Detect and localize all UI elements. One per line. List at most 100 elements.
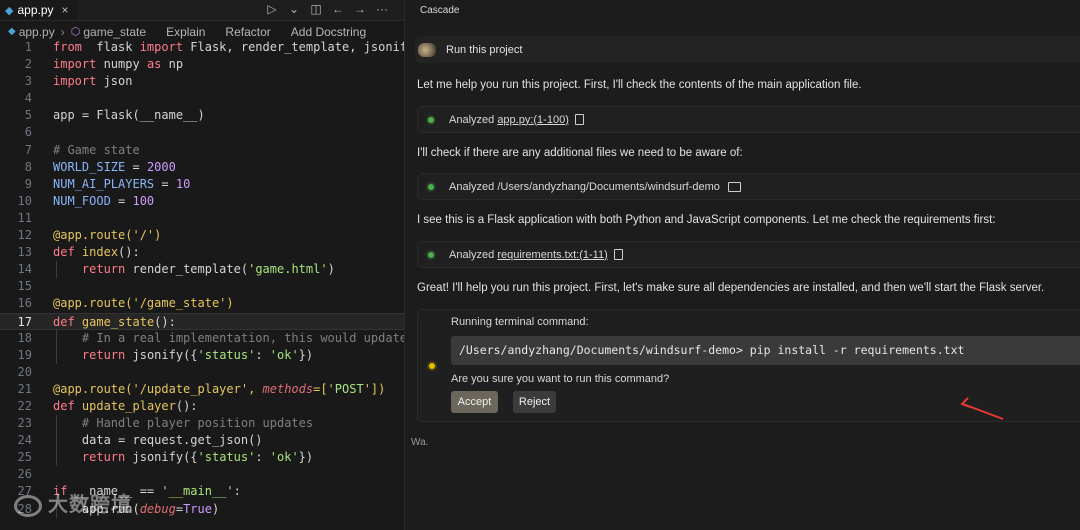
pending-dot-icon [429, 363, 435, 369]
panel-title: Cascade [420, 5, 460, 16]
assistant-message: I see this is a Flask application with b… [417, 214, 996, 226]
explain-lens[interactable]: Explain [166, 25, 205, 39]
code-line[interactable]: 2 import numpy as np [0, 56, 404, 73]
code-line[interactable]: 5 app = Flask(__name__) [0, 107, 404, 124]
code-line[interactable]: 8 WORLD_SIZE = 2000 [0, 159, 404, 176]
code-line[interactable]: 17 def game_state(): [0, 312, 404, 330]
breadcrumb-file[interactable]: app.py [19, 25, 55, 39]
user-message-text: Run this project [446, 43, 523, 56]
code-line[interactable]: 9 NUM_AI_PLAYERS = 10 [0, 176, 404, 193]
run-menu-chevron-icon[interactable]: ⌄ [288, 2, 300, 16]
code-area[interactable]: 1 from flask import Flask, render_templat… [0, 39, 404, 518]
indent-guide [56, 329, 57, 364]
line-number: 12 [17, 228, 32, 243]
file-icon[interactable] [613, 249, 623, 260]
line-number: 25 [17, 450, 32, 465]
code-text: # Handle player position updates [81, 416, 314, 431]
code-text: from flask import Flask, render_template… [53, 40, 404, 54]
close-tab-icon[interactable]: × [62, 3, 69, 17]
code-editor: ◆ app.py × ▷ ⌄ ◫ ← → ··· ◆ app.py › ⬡ ga… [0, 0, 404, 530]
code-text: def game_state(): [53, 314, 176, 329]
step-text: Analyzed requirements.txt:(1-11) [449, 248, 608, 261]
python-file-icon: ◆ [5, 4, 14, 17]
reject-button[interactable]: Reject [513, 391, 556, 413]
folder-icon[interactable] [727, 181, 741, 192]
more-actions-icon[interactable]: ··· [376, 2, 388, 16]
run-icon[interactable]: ▷ [266, 2, 278, 16]
code-line[interactable]: 25 return jsonify({'status': 'ok'}) [0, 449, 404, 466]
code-text: import numpy as np [53, 57, 184, 72]
line-number: 2 [24, 57, 32, 72]
code-line[interactable]: 24 data = request.get_json() [0, 432, 404, 449]
code-text: return jsonify({'status': 'ok'}) [81, 450, 314, 465]
step-text: Analyzed app.py:(1-100) [449, 113, 569, 126]
watermark-logo-icon [14, 494, 42, 517]
file-link[interactable]: requirements.txt:(1-11) [497, 249, 607, 261]
refactor-lens[interactable]: Refactor [225, 25, 270, 39]
status-dot-icon [428, 183, 434, 190]
code-line[interactable]: 20 [0, 364, 404, 381]
watermark: 大数跨境 [14, 488, 132, 517]
code-line[interactable]: 22 def update_player(): [0, 398, 404, 415]
code-line[interactable]: 12 @app.route('/') [0, 227, 404, 244]
step-text: Analyzed /Users/andyzhang/Documents/wind… [449, 180, 720, 193]
code-line[interactable]: 3 import json [0, 73, 404, 90]
code-line[interactable]: 26 [0, 466, 404, 483]
line-number: 19 [17, 347, 32, 362]
code-line[interactable]: 15 [0, 278, 404, 295]
annotation-arrow-icon [960, 397, 1004, 420]
line-number: 14 [17, 262, 32, 277]
line-number: 13 [17, 245, 32, 260]
line-number: 3 [24, 74, 32, 89]
chevron-right-icon: › [60, 24, 65, 39]
file-icon[interactable] [574, 114, 584, 125]
code-line[interactable]: 21 @app.route('/update_player', methods=[… [0, 381, 404, 398]
code-line[interactable]: 18 # In a real implementation, this woul… [0, 330, 404, 347]
code-line[interactable]: 10 NUM_FOOD = 100 [0, 193, 404, 210]
code-line[interactable]: 16 @app.route('/game_state') [0, 295, 404, 312]
line-number: 1 [24, 40, 32, 54]
add-docstring-lens[interactable]: Add Docstring [291, 25, 366, 39]
split-editor-icon[interactable]: ◫ [310, 2, 322, 16]
code-line[interactable]: 14 return render_template('game.html') [0, 261, 404, 278]
code-text: def index(): [53, 245, 140, 260]
accept-button[interactable]: Accept [451, 391, 498, 413]
analysis-step[interactable]: Analyzed requirements.txt:(1-11) [417, 241, 1080, 268]
code-text: data = request.get_json() [53, 433, 263, 448]
avatar [418, 42, 436, 57]
code-text: WORLD_SIZE = 2000 [53, 159, 176, 174]
code-text: @app.route('/update_player', methods=['P… [53, 381, 386, 396]
folder-path: /Users/andyzhang/Documents/windsurf-demo [497, 180, 720, 193]
code-text: import json [53, 74, 133, 89]
tab-app-py[interactable]: ◆ app.py × [0, 0, 78, 20]
editor-actions: ▷ ⌄ ◫ ← → ··· [266, 2, 388, 16]
code-line[interactable]: 23 # Handle player position updates [0, 415, 404, 432]
line-number: 22 [17, 398, 32, 413]
code-line[interactable]: 19 return jsonify({'status': 'ok'}) [0, 347, 404, 364]
terminal-command: /Users/andyzhang/Documents/windsurf-demo… [451, 336, 1080, 365]
line-number: 23 [17, 416, 32, 431]
assistant-message: I'll check if there are any additional f… [417, 147, 743, 159]
breadcrumb-symbol[interactable]: game_state [83, 25, 146, 39]
code-line[interactable]: 1 from flask import Flask, render_templat… [0, 39, 404, 56]
code-line[interactable]: 7 # Game state [0, 142, 404, 159]
code-text: return jsonify({'status': 'ok'}) [81, 347, 314, 362]
line-number: 26 [17, 467, 32, 482]
confirm-question: Are you sure you want to run this comman… [451, 373, 670, 385]
code-text: NUM_AI_PLAYERS = 10 [53, 176, 191, 191]
code-line[interactable]: 11 [0, 210, 404, 227]
code-text: @app.route('/game_state') [53, 296, 234, 311]
code-line[interactable]: 6 [0, 124, 404, 141]
forward-arrow-icon[interactable]: → [354, 2, 366, 16]
tab-label: app.py [17, 3, 54, 17]
assistant-message: Let me help you run this project. First,… [417, 79, 862, 91]
analysis-step[interactable]: Analyzed app.py:(1-100) [417, 106, 1080, 133]
file-link[interactable]: app.py:(1-100) [497, 114, 569, 126]
code-line[interactable]: 4 [0, 90, 404, 107]
analysis-step[interactable]: Analyzed /Users/andyzhang/Documents/wind… [417, 173, 1080, 200]
user-message: Run this project [415, 36, 1080, 63]
code-line[interactable]: 13 def index(): [0, 244, 404, 261]
line-number: 8 [24, 159, 32, 174]
back-arrow-icon[interactable]: ← [332, 2, 344, 16]
line-number: 16 [17, 296, 32, 311]
